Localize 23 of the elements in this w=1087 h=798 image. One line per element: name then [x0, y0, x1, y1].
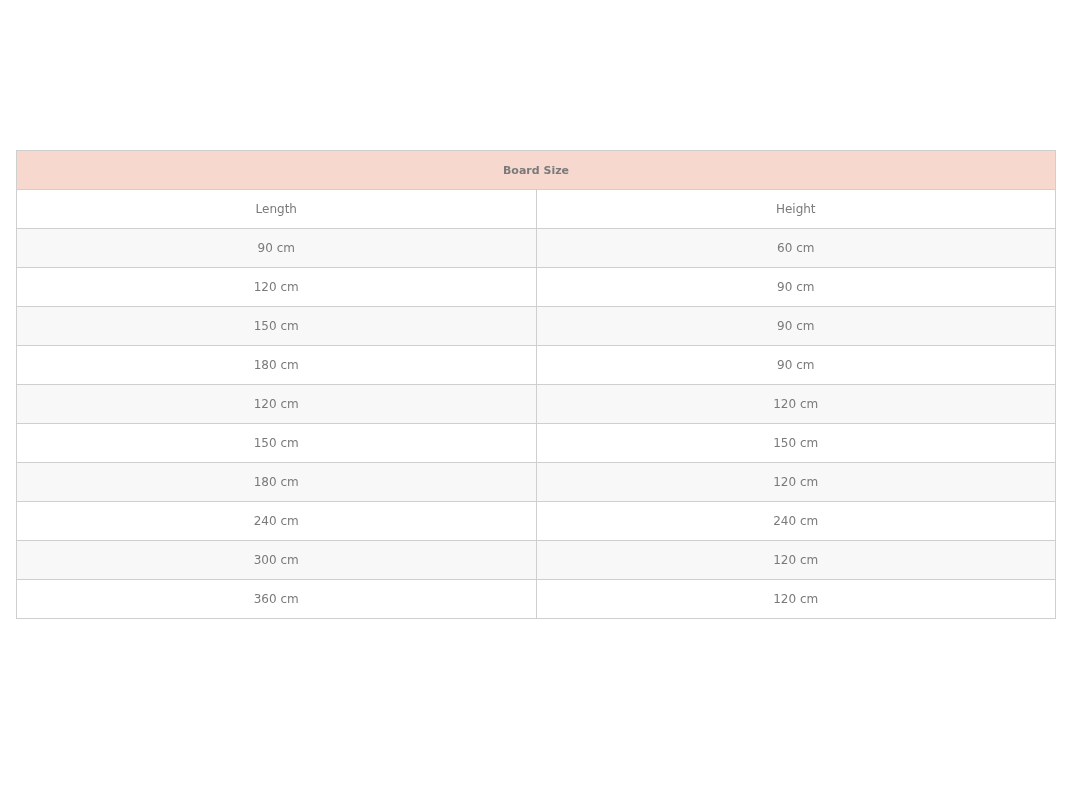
table-title: Board Size: [16, 150, 1056, 190]
table-cell: 150 cm: [536, 423, 1056, 463]
table-cell: 240 cm: [536, 501, 1056, 541]
table-cell: 90 cm: [16, 228, 536, 268]
table-cell: 180 cm: [16, 462, 536, 502]
table-cell: 120 cm: [536, 462, 1056, 502]
table-cell: 150 cm: [16, 423, 536, 463]
table-cell: 120 cm: [536, 579, 1056, 619]
column-header: Height: [536, 189, 1056, 229]
table-cell: 180 cm: [16, 345, 536, 385]
table-cell: 90 cm: [536, 267, 1056, 307]
table-cell: 240 cm: [16, 501, 536, 541]
table-cell: 360 cm: [16, 579, 536, 619]
table-cell: 60 cm: [536, 228, 1056, 268]
table-cell: 120 cm: [16, 384, 536, 424]
table-cell: 90 cm: [536, 306, 1056, 346]
table-cell: 150 cm: [16, 306, 536, 346]
table-cell: 120 cm: [16, 267, 536, 307]
table-cell: 300 cm: [16, 540, 536, 580]
table-cell: 120 cm: [536, 540, 1056, 580]
table-cell: 90 cm: [536, 345, 1056, 385]
table-cell: 120 cm: [536, 384, 1056, 424]
column-header: Length: [16, 189, 536, 229]
